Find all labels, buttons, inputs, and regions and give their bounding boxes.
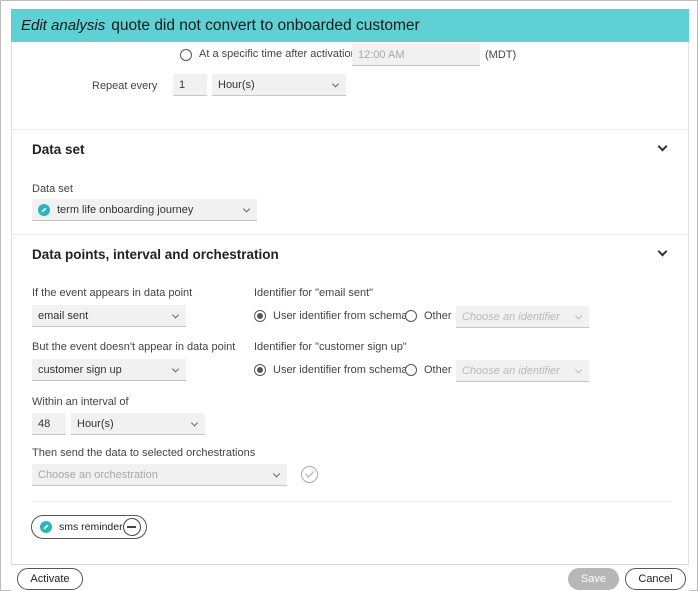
user-identifier-label-1: User identifier from schema — [273, 310, 408, 322]
user-identifier-radio-2[interactable] — [254, 364, 266, 376]
data-set-value: term life onboarding journey — [57, 203, 194, 216]
timezone-label: (MDT) — [485, 49, 517, 61]
collapse-data-points-icon[interactable] — [657, 246, 668, 257]
identifier-select-1[interactable]: Choose an identifier — [456, 306, 589, 328]
orchestration-chip-label: sms reminder — [59, 521, 123, 533]
not-appears-data-point-select[interactable]: customer sign up — [32, 359, 186, 381]
appears-data-point-select[interactable]: email sent — [32, 305, 186, 327]
divider — [12, 129, 688, 130]
collapse-data-set-icon[interactable] — [657, 141, 668, 152]
appears-data-point-value: email sent — [38, 309, 89, 322]
interval-value-input[interactable]: 48 — [32, 413, 66, 435]
interval-unit-value: Hour(s) — [77, 417, 114, 430]
chevron-down-icon — [171, 364, 180, 373]
specific-time-label: At a specific time after activation — [199, 48, 357, 60]
divider — [12, 234, 688, 235]
identifier-select-2[interactable]: Choose an identifier — [456, 360, 589, 382]
orchestration-placeholder: Choose an orchestration — [38, 468, 158, 481]
pencil-icon — [38, 203, 50, 216]
other-label-2: Other — [424, 364, 452, 376]
data-set-select[interactable]: term life onboarding journey — [32, 199, 257, 221]
identifier-placeholder-1: Choose an identifier — [462, 310, 560, 323]
interval-unit-select[interactable]: Hour(s) — [71, 413, 205, 435]
confirm-check-icon[interactable] — [301, 466, 318, 483]
pencil-icon — [40, 521, 52, 533]
chevron-down-icon — [272, 469, 281, 478]
repeat-label: Repeat every — [92, 80, 158, 92]
repeat-unit-select[interactable]: Hour(s) — [212, 74, 346, 96]
other-label-1: Other — [424, 310, 452, 322]
repeat-value-input[interactable]: 1 — [173, 74, 207, 96]
repeat-unit-value: Hour(s) — [218, 78, 255, 91]
dialog-content[interactable]: At a specific time after activation 12:0… — [11, 42, 689, 564]
activate-button[interactable]: Activate — [17, 568, 83, 590]
identifier-appears-label: Identifier for "email sent" — [254, 287, 374, 299]
not-appears-data-point-value: customer sign up — [38, 363, 122, 376]
chevron-down-icon — [242, 204, 251, 213]
data-set-field-label: Data set — [32, 183, 73, 195]
cancel-button[interactable]: Cancel — [625, 568, 686, 590]
orchestration-label: Then send the data to selected orchestra… — [32, 447, 256, 459]
data-points-section-title: Data points, interval and orchestration — [32, 247, 279, 262]
user-identifier-label-2: User identifier from schema — [273, 364, 408, 376]
remove-circle-icon[interactable] — [123, 518, 141, 536]
chevron-down-icon — [574, 311, 583, 320]
chevron-down-icon — [331, 79, 340, 88]
dialog-header: Edit analysis quote did not convert to o… — [11, 9, 689, 42]
analysis-name: quote did not convert to onboarded custo… — [111, 16, 420, 34]
orchestration-select[interactable]: Choose an orchestration — [32, 464, 287, 486]
interval-label: Within an interval of — [32, 396, 129, 408]
dialog-footer: Activate Save Cancel — [11, 564, 689, 591]
orchestration-chip: sms reminder — [31, 515, 147, 539]
time-input[interactable]: 12:00 AM — [352, 44, 480, 66]
not-appears-label: But the event doesn't appear in data poi… — [32, 341, 236, 353]
other-radio-1[interactable] — [405, 310, 417, 322]
other-radio-2[interactable] — [405, 364, 417, 376]
chevron-down-icon — [190, 418, 199, 427]
identifier-placeholder-2: Choose an identifier — [462, 364, 560, 377]
chevron-down-icon — [574, 365, 583, 374]
identifier-not-appears-label: Identifier for "customer sign up" — [254, 341, 407, 353]
appears-label: If the event appears in data point — [32, 287, 193, 299]
chevron-down-icon — [171, 310, 180, 319]
header-prefix: Edit analysis — [21, 17, 106, 34]
divider — [32, 501, 672, 502]
user-identifier-radio-1[interactable] — [254, 310, 266, 322]
specific-time-radio[interactable] — [180, 49, 192, 61]
edit-analysis-dialog: Edit analysis quote did not convert to o… — [0, 0, 698, 591]
save-button[interactable]: Save — [568, 568, 619, 590]
data-set-section-title: Data set — [32, 142, 85, 157]
